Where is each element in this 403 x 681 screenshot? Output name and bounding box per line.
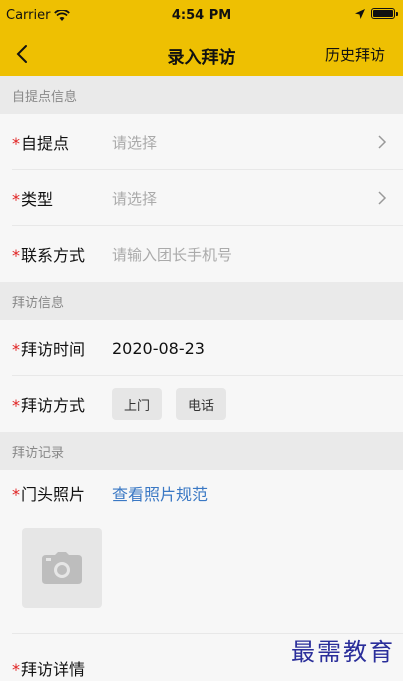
visit-details-label: *拜访详情 <box>12 660 86 679</box>
status-right <box>355 8 398 19</box>
contact-input[interactable]: 请输入团长手机号 <box>112 244 232 265</box>
door-photo-row: *门头照片 查看照片规范 <box>0 470 403 514</box>
header: Carrier 4:54 PM 录入拜访 历史拜访 <box>0 0 403 76</box>
visit-method-option-onsite[interactable]: 上门 <box>112 388 163 420</box>
pickup-point-placeholder: 请选择 <box>112 133 158 152</box>
visit-method-option-phone[interactable]: 电话 <box>176 388 227 420</box>
required-mark: * <box>12 340 20 359</box>
nav-bar: 录入拜访 历史拜访 <box>0 32 403 76</box>
chevron-right-icon <box>378 135 387 149</box>
contact-label: *联系方式 <box>12 246 86 265</box>
camera-icon <box>42 552 82 584</box>
pickup-point-row[interactable]: *自提点 请选择 <box>0 114 403 170</box>
photo-upload-button[interactable] <box>22 528 102 608</box>
pickup-point-label: *自提点 <box>12 134 70 153</box>
required-mark: * <box>12 396 20 415</box>
location-arrow-icon <box>355 8 365 19</box>
required-mark: * <box>12 485 20 504</box>
visit-method-row: *拜访方式 上门 电话 <box>0 376 403 432</box>
type-row[interactable]: *类型 请选择 <box>0 170 403 226</box>
chevron-right-icon <box>378 191 387 205</box>
battery-icon <box>371 8 398 19</box>
required-mark: * <box>12 246 20 265</box>
section-header-visit-record: 拜访记录 <box>0 432 403 470</box>
visit-time-label: *拜访时间 <box>12 340 86 359</box>
required-mark: * <box>12 134 20 153</box>
type-placeholder: 请选择 <box>112 189 158 208</box>
photo-guidelines-link[interactable]: 查看照片规范 <box>112 481 208 505</box>
status-time: 4:54 PM <box>171 8 232 23</box>
photo-area <box>0 514 403 634</box>
required-mark: * <box>12 660 20 679</box>
section-header-visit-info: 拜访信息 <box>0 282 403 320</box>
type-label: *类型 <box>12 190 54 209</box>
required-mark: * <box>12 190 20 209</box>
history-visits-button[interactable]: 历史拜访 <box>325 44 385 65</box>
door-photo-label: *门头照片 <box>12 485 86 504</box>
visit-time-row[interactable]: *拜访时间 2020-08-23 <box>0 320 403 376</box>
status-bar: Carrier 4:54 PM <box>0 0 403 32</box>
contact-row: *联系方式 请输入团长手机号 <box>0 226 403 282</box>
watermark: 最需教育 <box>291 638 395 666</box>
visit-method-label: *拜访方式 <box>12 396 86 415</box>
visit-time-value: 2020-08-23 <box>112 338 205 358</box>
section-header-pickup-info: 自提点信息 <box>0 76 403 114</box>
